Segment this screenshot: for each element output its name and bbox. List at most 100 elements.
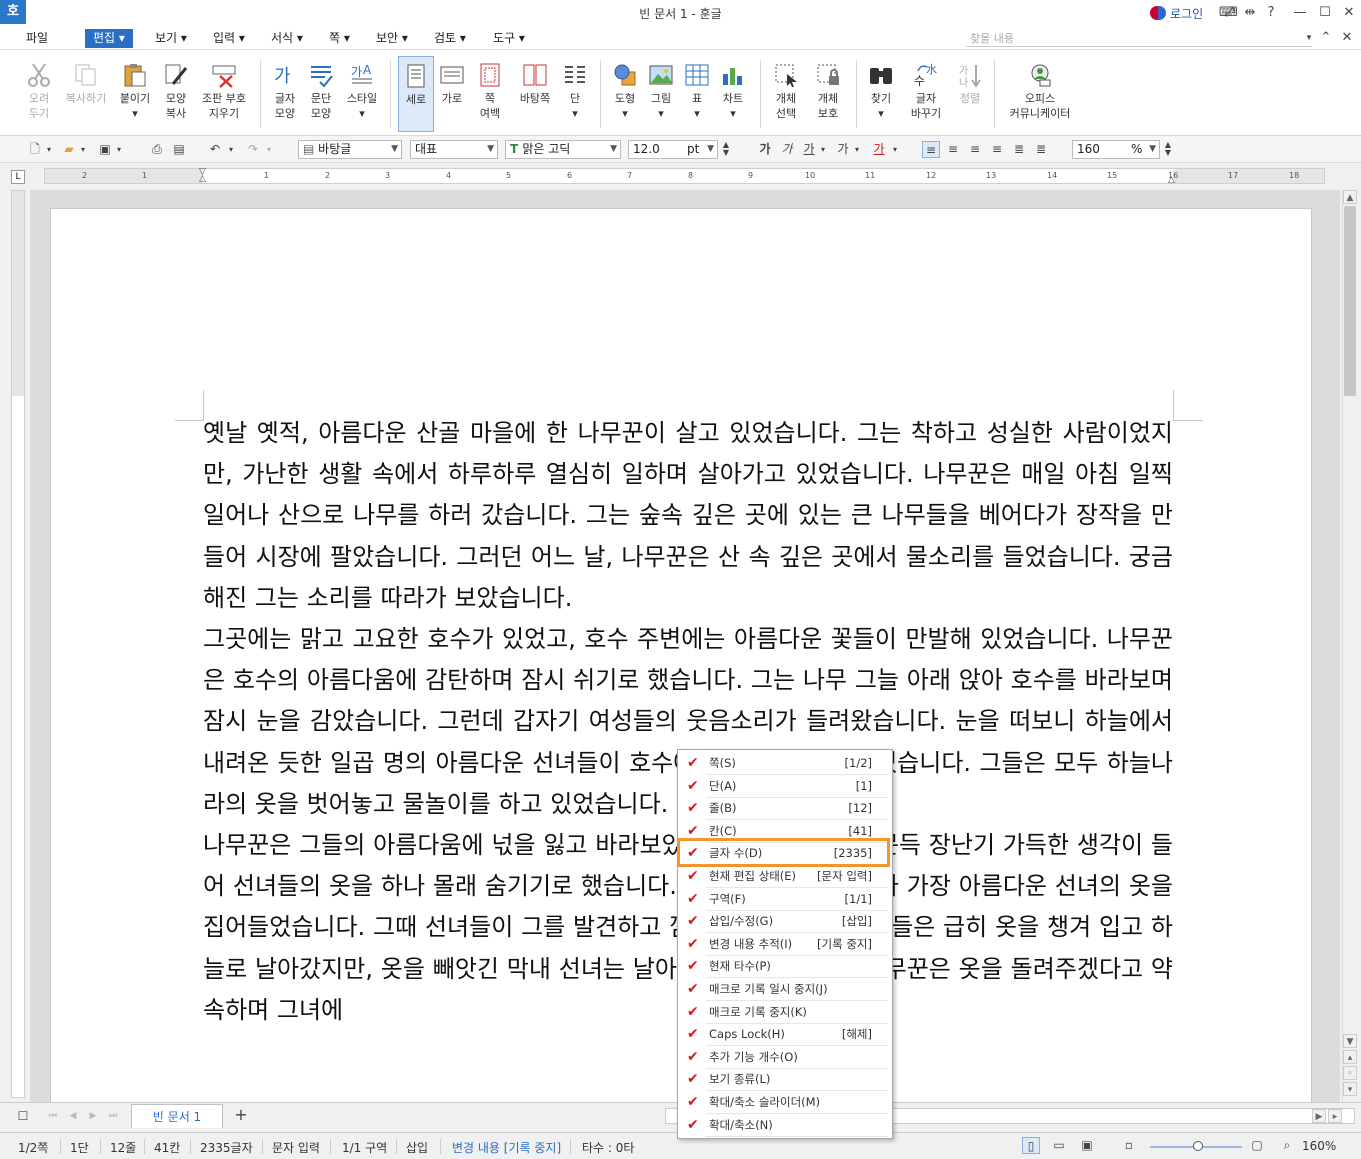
font-select[interactable]: T 맑은 고딕 ▼ [505, 140, 621, 159]
status-input-mode[interactable]: 문자 입력 [272, 1139, 320, 1156]
vertical-ruler[interactable] [11, 190, 25, 1098]
italic-button[interactable]: 가 [778, 141, 796, 158]
columns-button[interactable]: 단 ▾ [560, 56, 590, 132]
underline-dropdown-icon[interactable]: ▾ [818, 141, 828, 158]
status-col[interactable]: 41칸 [154, 1139, 180, 1156]
paste-button[interactable]: 붙이기 ▾ [114, 56, 156, 132]
collapse-ribbon-icon[interactable]: ⌃ [1317, 29, 1335, 47]
page-margin-button[interactable]: 쪽 여백 [472, 56, 508, 132]
browse-object-icon[interactable]: ◦ [1343, 1066, 1357, 1080]
status-page[interactable]: 1/2쪽 [18, 1139, 48, 1156]
table-dropdown-icon[interactable]: ▾ [682, 106, 712, 121]
tab-document[interactable]: 빈 문서 1 [131, 1104, 223, 1128]
redo-icon[interactable]: ↷ [244, 141, 262, 158]
char-shape-button[interactable]: 가 글자 모양 [268, 56, 302, 132]
find-dropdown-icon[interactable]: ▾ [864, 106, 898, 121]
open-folder-icon[interactable]: ▰ [60, 141, 78, 158]
context-menu-item[interactable]: ✔ 줄(B) [12] [678, 797, 892, 821]
zoom-out-icon[interactable]: ▫ [1120, 1137, 1138, 1154]
context-menu-item[interactable]: ✔ 쪽(S) [1/2] [678, 752, 892, 775]
right-indent-marker-icon[interactable]: △ [1168, 175, 1176, 185]
shapes-button[interactable]: 도형 ▾ [608, 56, 642, 132]
zoom-spinner-icon[interactable]: ▲ ▼ [1162, 141, 1174, 158]
first-tab-icon[interactable]: ⏮ [44, 1108, 62, 1125]
format-painter-button[interactable]: 모양 복사 [160, 56, 192, 132]
new-document-icon[interactable]: 🗋 [26, 141, 44, 158]
font-color-dropdown-icon[interactable]: ▾ [890, 141, 900, 158]
close-icon[interactable]: ✕ [1340, 4, 1358, 22]
fullscreen-icon[interactable]: ⤢ [1222, 4, 1236, 22]
scroll-end-icon[interactable]: ▸ [1328, 1109, 1342, 1123]
view-normal-icon[interactable]: ▯ [1022, 1137, 1040, 1154]
magnifier-icon[interactable]: ⌕ [1278, 1137, 1296, 1154]
language-select[interactable]: 대표 ▼ [410, 140, 498, 159]
menu-insert[interactable]: 입력 ▾ [207, 29, 251, 48]
scroll-down-icon[interactable]: ▼ [1343, 1034, 1357, 1048]
menu-tools[interactable]: 도구 ▾ [487, 29, 531, 48]
align-justify-icon[interactable]: ≡ [922, 141, 940, 158]
undo-dropdown-icon[interactable]: ▾ [226, 141, 236, 158]
print-icon[interactable]: ⎙ [148, 141, 166, 158]
status-track-changes[interactable]: 변경 내용 [기록 중지] [452, 1139, 561, 1156]
replace-button[interactable]: 수水 글자 바꾸기 [904, 56, 948, 132]
open-dropdown-icon[interactable]: ▾ [78, 141, 88, 158]
align-right-icon[interactable]: ≡ [988, 141, 1006, 158]
redo-dropdown-icon[interactable]: ▾ [264, 141, 274, 158]
view-width-icon[interactable]: ▭ [1050, 1137, 1068, 1154]
context-menu-item[interactable]: ✔ 추가 기능 개수(O) [678, 1046, 892, 1069]
table-button[interactable]: 표 ▾ [682, 56, 712, 132]
context-menu-item[interactable]: ✔ 현재 타수(P) [678, 955, 892, 979]
split-icon[interactable]: ⇹ [1241, 4, 1259, 22]
menu-page[interactable]: 쪽 ▾ [323, 29, 356, 48]
sort-button[interactable]: 가나 정렬 [954, 56, 986, 132]
font-color-button[interactable]: 가 [870, 141, 888, 158]
cut-button[interactable]: 오려 두기 [20, 56, 58, 132]
status-keystrokes[interactable]: 타수 : 0타 [582, 1139, 634, 1156]
menu-edit[interactable]: 편집 ▾ [85, 29, 133, 48]
zoom-input[interactable]: 160 % ▼ [1072, 140, 1160, 159]
search-input[interactable]: 찾을 내용 [966, 30, 1312, 47]
prev-page-icon[interactable]: ▴ [1343, 1050, 1357, 1064]
context-menu-item[interactable]: ✔ 구역(F) [1/1] [678, 888, 892, 911]
style-select[interactable]: ▤ 바탕글 ▼ [298, 140, 402, 159]
align-left-icon[interactable]: ≡ [944, 141, 962, 158]
last-tab-icon[interactable]: ⏭ [104, 1108, 122, 1125]
context-menu-item[interactable]: ✔ 확대/축소(N) [678, 1114, 892, 1137]
context-menu-item[interactable]: ✔ 확대/축소 슬라이더(M) [678, 1091, 892, 1114]
scroll-up-icon[interactable]: ▲ [1343, 190, 1357, 204]
strike-button[interactable]: 가 [834, 141, 852, 158]
clear-marks-button[interactable]: 조판 부호 지우기 [196, 56, 252, 132]
copy-button[interactable]: 복사하기 [62, 56, 110, 132]
style-button[interactable]: 가A 스타일 ▾ [342, 56, 382, 132]
menu-view[interactable]: 보기 ▾ [149, 29, 193, 48]
context-menu-item[interactable]: ✔ 삽입/수정(G) [삽입] [678, 910, 892, 934]
communicator-button[interactable]: 오피스 커뮤니케이터 [1002, 56, 1078, 132]
indent-marker-icon[interactable]: ▽ △ [199, 168, 207, 184]
search-dropdown-icon[interactable]: ▾ [1300, 29, 1318, 47]
chart-button[interactable]: 차트 ▾ [716, 56, 750, 132]
zoom-in-icon[interactable]: ▢ [1248, 1137, 1266, 1154]
scroll-right-icon[interactable]: ▶ [1312, 1109, 1326, 1123]
context-menu-item[interactable]: ✔ Caps Lock(H) [해제] [678, 1023, 892, 1047]
underline-button[interactable]: 가 [800, 141, 818, 158]
zoom-slider-thumb[interactable] [1193, 1141, 1203, 1151]
paste-dropdown-icon[interactable]: ▾ [114, 106, 156, 121]
protect-object-button[interactable]: 개체 보호 [810, 56, 846, 132]
status-insert[interactable]: 삽입 [406, 1139, 428, 1156]
horizontal-ruler[interactable]: 2 1 1 2 3 4 5 6 7 8 9 10 11 12 13 14 15 … [44, 168, 1325, 185]
next-tab-icon[interactable]: ▶ [84, 1108, 102, 1125]
context-menu-item[interactable]: ✔ 변경 내용 추적(I) [기록 중지] [678, 933, 892, 956]
status-chars[interactable]: 2335글자 [200, 1139, 253, 1156]
vertical-scroll-thumb[interactable] [1344, 206, 1356, 396]
print-preview-icon[interactable]: ▤ [170, 141, 188, 158]
menu-file[interactable]: 파일 [20, 29, 54, 48]
strike-dropdown-icon[interactable]: ▾ [852, 141, 862, 158]
bold-button[interactable]: 가 [756, 141, 774, 158]
font-size-spinner-icon[interactable]: ▲ ▼ [720, 141, 732, 158]
columns-dropdown-icon[interactable]: ▾ [560, 106, 590, 121]
shapes-dropdown-icon[interactable]: ▾ [608, 106, 642, 121]
paragraph[interactable]: 옛날 옛적, 아름다운 산골 마을에 한 나무꾼이 살고 있었습니다. 그는 착… [203, 413, 1173, 619]
context-menu-item[interactable]: ✔ 보기 종류(L) [678, 1068, 892, 1092]
help-icon[interactable]: ? [1262, 4, 1280, 22]
next-page-icon[interactable]: ▾ [1343, 1082, 1357, 1096]
